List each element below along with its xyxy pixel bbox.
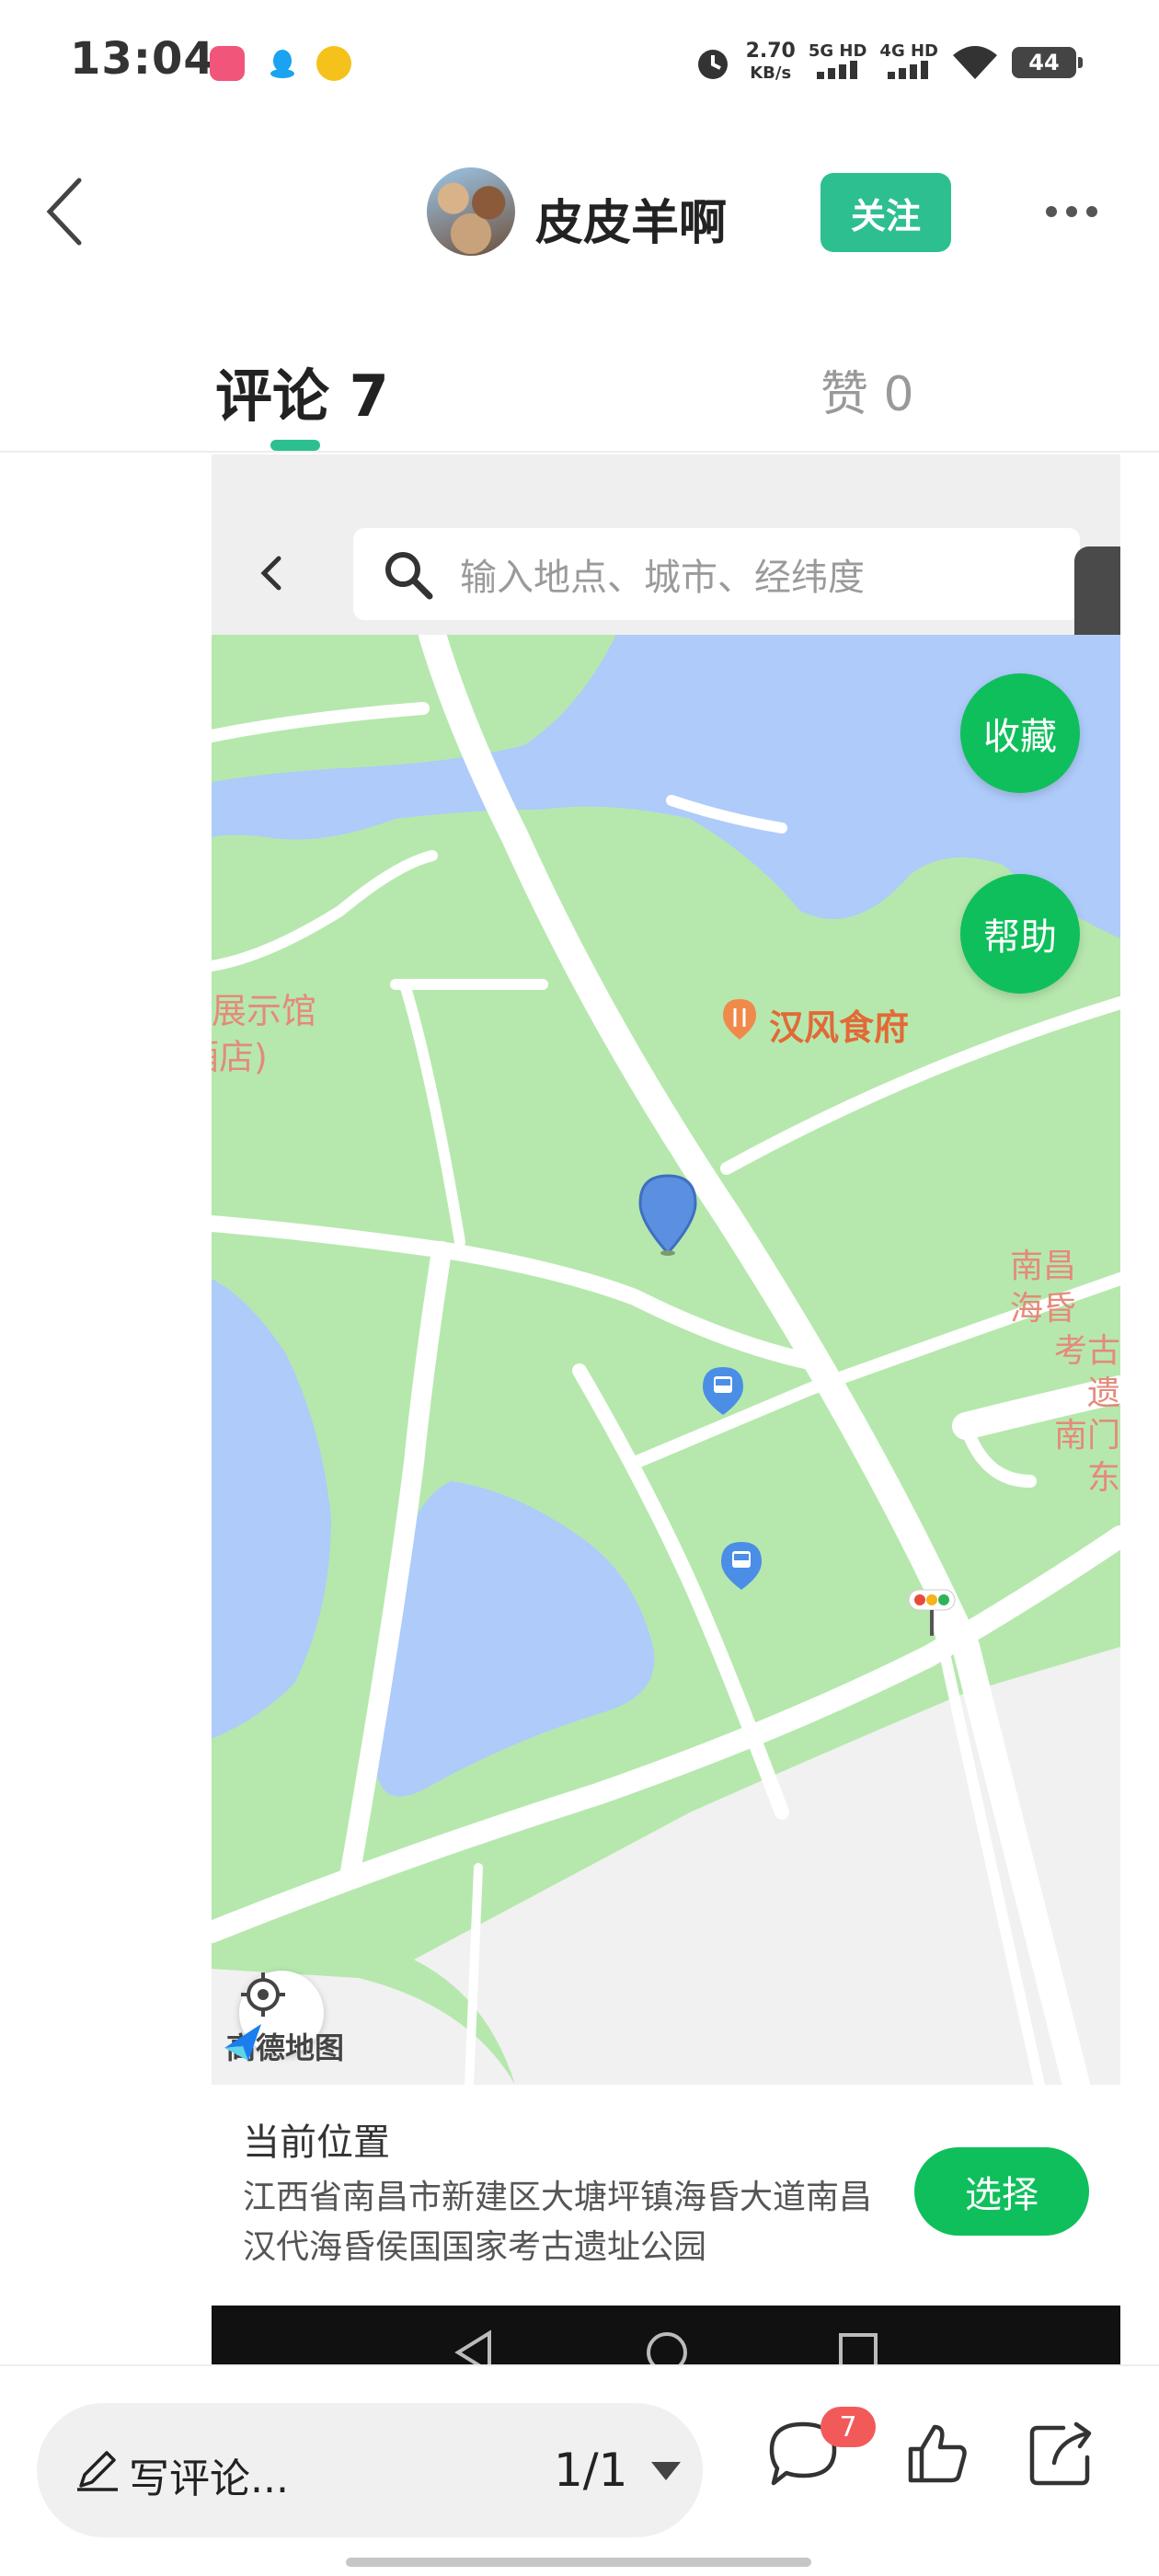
follow-button[interactable]: 关注	[820, 173, 951, 252]
map-provider-logo: 高德地图	[221, 2020, 344, 2072]
app-notification-icon	[210, 46, 245, 81]
dot	[1066, 206, 1077, 217]
right-poi-label-line1: 南昌	[1010, 1248, 1077, 1285]
more-options-button[interactable]	[1039, 184, 1104, 239]
left-poi-label: 展示馆 酒店)	[212, 988, 316, 1080]
post-image[interactable]: 输入地点、城市、经纬度 收藏 帮助 汉风食府 展示馆 店) 南昌 海昏 考古遗 …	[212, 454, 1120, 2364]
signal-bars-icon	[816, 60, 857, 79]
net-speed-value: 2.70	[745, 40, 796, 63]
location-marker-icon	[638, 1174, 697, 1256]
tab-bar: 评论 7 赞 0	[0, 331, 1159, 453]
help-button[interactable]: 帮助	[960, 874, 1080, 994]
map-search-input[interactable]: 输入地点、城市、经纬度	[460, 547, 865, 601]
collect-button[interactable]: 收藏	[960, 673, 1080, 793]
bus-stop-icon	[703, 1367, 743, 1415]
nav-recents-icon	[839, 2333, 878, 2364]
post-header: 皮皮羊啊 关注	[0, 147, 1159, 276]
nav-home-icon	[647, 2332, 687, 2364]
net-speed: 2.70 KB/s	[746, 40, 796, 85]
signal-5g-label: 5G HD	[808, 40, 867, 61]
restaurant-pin-icon	[723, 999, 756, 1040]
signal-4g-label: 4G HD	[879, 40, 938, 61]
dot	[1046, 206, 1057, 217]
net-speed-unit: KB/s	[750, 63, 792, 83]
right-poi-label: 南昌 海昏	[1010, 1246, 1076, 1330]
signal-bars-icon	[888, 60, 929, 79]
poi-restaurant-label: 汉风食府	[769, 1007, 910, 1048]
username[interactable]: 皮皮羊啊	[535, 184, 727, 253]
current-location-title: 当前位置	[243, 2122, 390, 2164]
back-arrow-icon	[46, 178, 82, 246]
status-right-group: 2.70 KB/s 5G HD 4G HD 44	[693, 33, 1083, 92]
chevron-left-icon	[260, 556, 281, 591]
map-canvas[interactable]: 收藏 帮助 汉风食府 展示馆 酒店) 南昌 海昏 考古遗 南门东 高德地图	[212, 635, 1120, 2085]
current-location-panel: 当前位置 江西省南昌市新建区大塘坪镇海昏大道南昌汉代海昏侯国国家考古遗址公园 选…	[212, 2085, 1120, 2306]
share-icon	[1029, 2421, 1092, 2486]
map-search-field[interactable]: 输入地点、城市、经纬度	[353, 528, 1080, 620]
signal-5g: 5G HD	[808, 40, 867, 84]
crosshair-icon	[241, 1972, 285, 2017]
home-indicator[interactable]	[346, 2558, 811, 2567]
select-location-button[interactable]: 选择	[914, 2147, 1089, 2236]
pen-icon	[77, 2451, 118, 2491]
status-bar: 13:04 2.70 KB/s 5G HD 4G HD 44	[0, 0, 1159, 120]
status-time: 13:04	[70, 33, 215, 85]
left-poi-label-line2: 酒店)	[212, 1037, 268, 1077]
map-search-bar: 输入地点、城市、经纬度	[212, 454, 1120, 635]
amap-logo-icon	[224, 2024, 261, 2061]
avatar[interactable]	[427, 167, 515, 256]
signal-4g: 4G HD	[879, 40, 938, 84]
thumbs-up-icon	[908, 2424, 967, 2483]
map-background	[212, 635, 1120, 2085]
search-icon	[381, 547, 434, 601]
chevron-down-icon[interactable]	[651, 2462, 681, 2480]
like-button[interactable]	[896, 2412, 979, 2495]
dot	[1086, 206, 1097, 217]
wifi-icon	[953, 46, 997, 79]
nav-back-icon	[454, 2329, 491, 2364]
current-location-address: 江西省南昌市新建区大塘坪镇海昏大道南昌汉代海昏侯国国家考古遗址公园	[243, 2179, 873, 2266]
comment-count-badge: 7	[820, 2407, 876, 2447]
tab-comments[interactable]: 评论 7	[215, 350, 389, 432]
back-button[interactable]	[28, 173, 101, 250]
bus-stop-icon	[721, 1542, 762, 1590]
tab-active-indicator	[270, 440, 320, 451]
right-poi-label-line2: 海昏	[1010, 1290, 1077, 1328]
left-poi-label-line1: 展示馆	[212, 991, 317, 1031]
share-button[interactable]	[1019, 2412, 1102, 2495]
page-indicator[interactable]: 1/1	[554, 2444, 627, 2497]
write-comment-field[interactable]: 写评论... 1/1	[37, 2403, 703, 2537]
embedded-nav-bar	[212, 2306, 1120, 2364]
map-back-button[interactable]	[248, 550, 294, 596]
alarm-icon	[697, 50, 728, 79]
right-poi-label-2: 考古遗 南门东	[1026, 1330, 1120, 1500]
bottom-action-bar: 写评论... 1/1 7	[0, 2366, 1159, 2576]
write-comment-placeholder[interactable]: 写评论...	[129, 2445, 289, 2504]
qq-icon	[265, 46, 300, 81]
traffic-light-icon	[908, 1589, 956, 1636]
battery-icon: 44	[1012, 47, 1083, 78]
right-poi-label-line3: 考古遗	[1053, 1332, 1120, 1412]
right-poi-label-line4: 南门东	[1053, 1417, 1120, 1497]
tab-likes[interactable]: 赞 0	[820, 355, 914, 424]
coin-app-icon	[316, 46, 351, 81]
